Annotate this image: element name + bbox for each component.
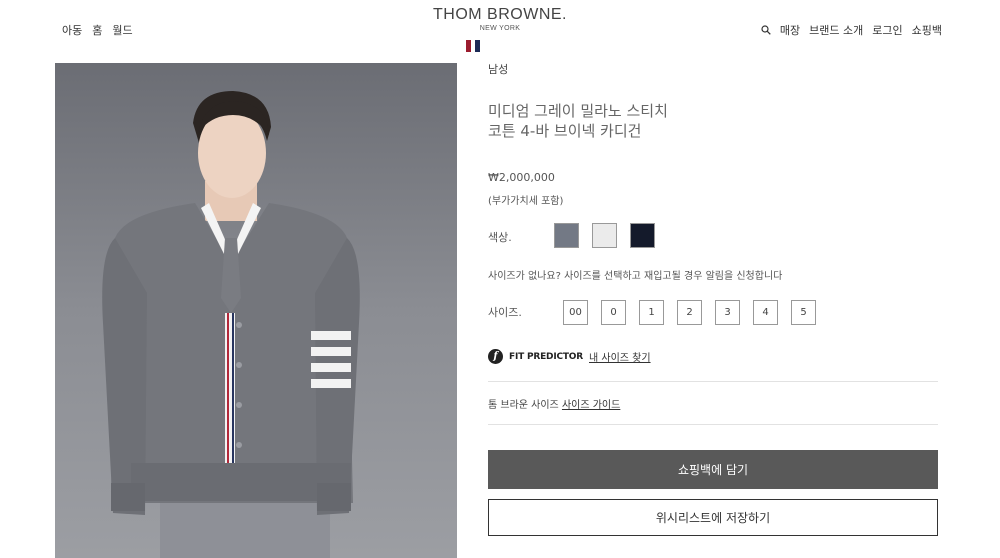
nav-right: 매장 브랜드 소개 로그인 쇼핑백 [761,22,942,38]
find-my-size-link[interactable]: 내 사이즈 찾기 [589,349,651,364]
product-image[interactable] [55,63,457,558]
add-to-cart-button[interactable]: 쇼핑백에 담기 [488,450,938,489]
product-price: ₩2,000,000 [488,171,555,184]
nav-shopping-bag[interactable]: 쇼핑백 [912,22,942,38]
product-title-line2: 코튼 4-바 브이넥 카디건 [488,122,642,140]
nav-brand-intro[interactable]: 브랜드 소개 [809,22,863,38]
size-label: 사이즈. [488,306,522,319]
color-swatch-navy[interactable] [630,223,655,248]
divider [488,381,938,382]
product-title: 미디엄 그레이 밀라노 스티치 코튼 4-바 브이넥 카디건 [488,101,788,141]
size-guide-prefix: 톰 브라운 사이즈 [488,400,559,411]
tricolor-flag-icon [466,40,481,52]
nav-stores[interactable]: 매장 [780,22,800,38]
save-to-wishlist-button[interactable]: 위시리스트에 저장하기 [488,499,938,536]
fit-predictor-logo-icon: f [488,349,503,364]
size-option-3[interactable]: 3 [715,300,740,325]
search-icon[interactable] [761,25,771,35]
color-label: 색상. [488,231,512,244]
size-guide-link[interactable]: 사이즈 가이드 [562,400,620,411]
divider [488,424,938,425]
color-swatch-light[interactable] [592,223,617,248]
color-swatch-gray[interactable] [554,223,579,248]
restock-notice: 사이즈가 없나요? 사이즈를 선택하고 재입고될 경우 알림을 신청합니다 [488,271,783,282]
size-option-5[interactable]: 5 [791,300,816,325]
size-option-4[interactable]: 4 [753,300,778,325]
vat-note: (부가가치세 포함) [488,196,564,207]
fit-predictor: f FIT PREDICTOR 내 사이즈 찾기 [488,349,651,364]
fit-predictor-brand: FIT PREDICTOR [509,351,583,362]
nav-login[interactable]: 로그인 [872,22,902,38]
size-option-0[interactable]: 0 [601,300,626,325]
product-category[interactable]: 남성 [488,61,508,77]
size-option-00[interactable]: 00 [563,300,588,325]
product-title-line1: 미디엄 그레이 밀라노 스티치 [488,102,668,120]
size-option-1[interactable]: 1 [639,300,664,325]
size-guide: 톰 브라운 사이즈 사이즈 가이드 [488,396,620,411]
size-option-2[interactable]: 2 [677,300,702,325]
site-header: 아동 홈 월드 THOM BROWNE. NEW YORK 매장 브랜드 소개 … [0,0,1000,58]
